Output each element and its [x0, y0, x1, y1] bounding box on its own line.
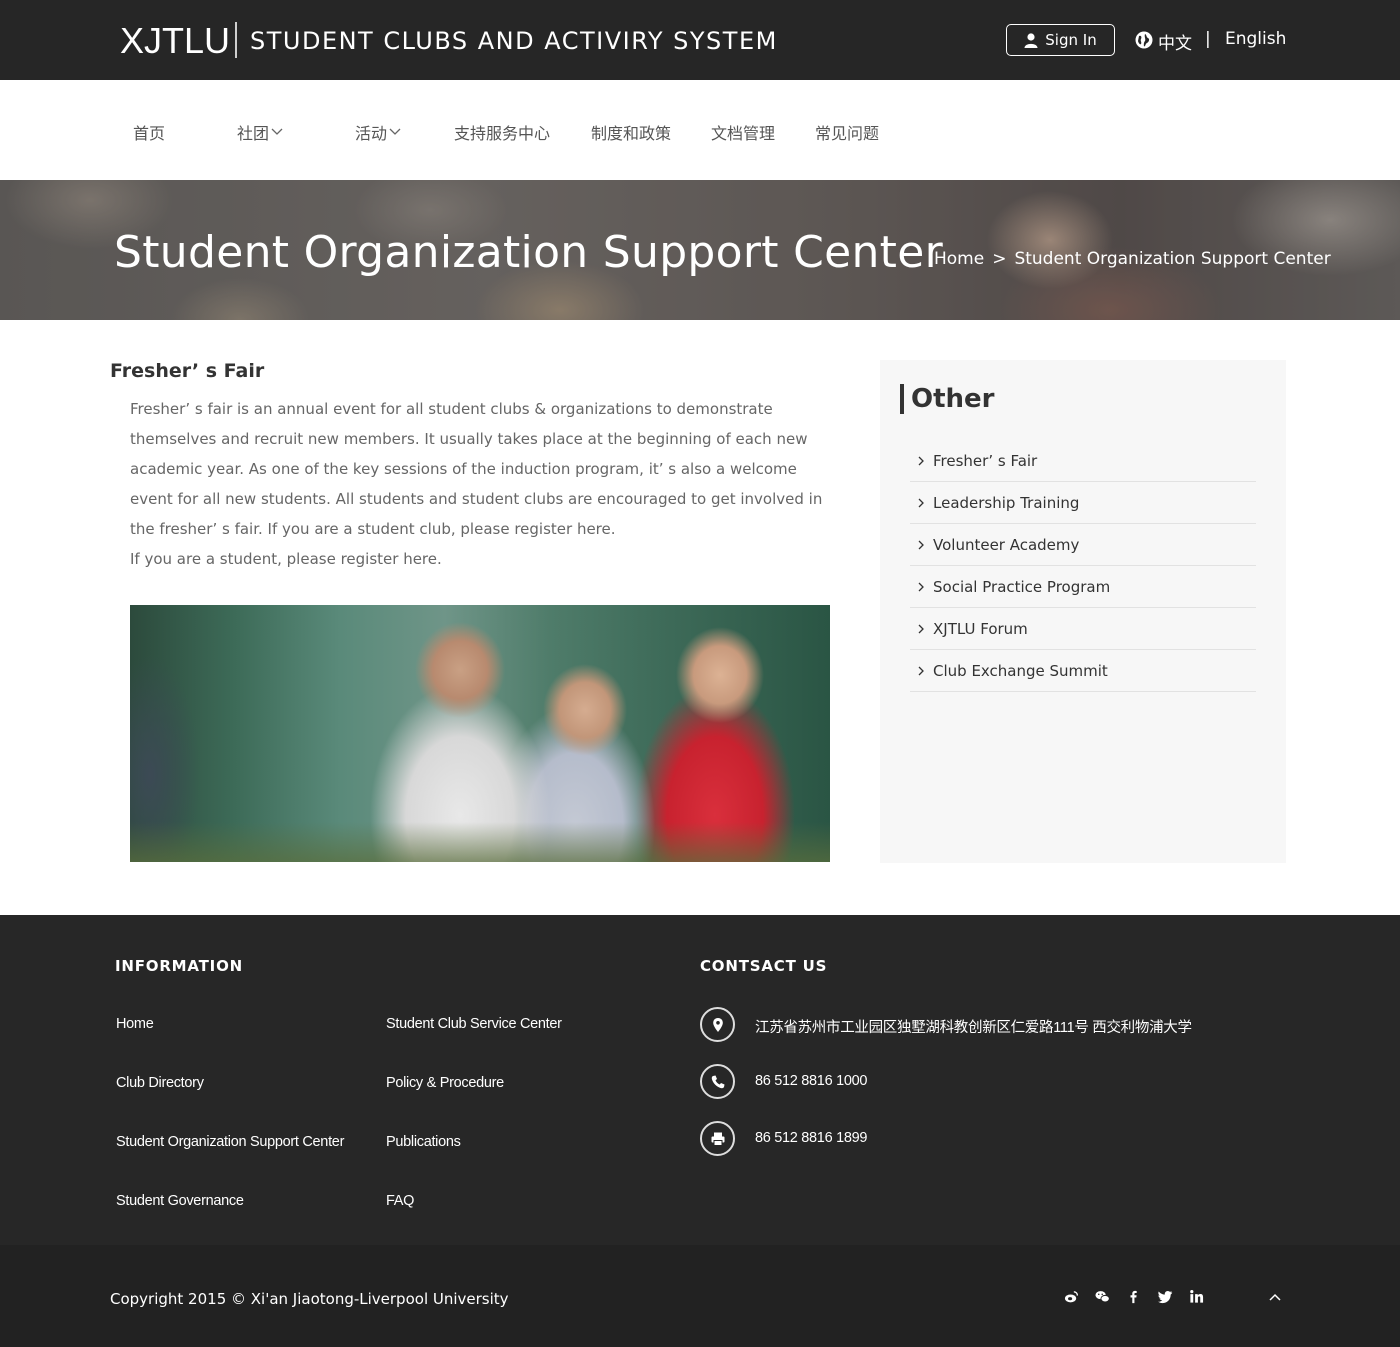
nav-item-label: 首页	[133, 124, 166, 143]
nav-item-label: 支持服务中心	[454, 124, 551, 143]
nav-item-faq[interactable]: 常见问题	[815, 120, 879, 144]
footer: INFORMATION CONTSACT US Home Student Clu…	[0, 915, 1400, 1245]
globe-icon	[1135, 31, 1153, 49]
chevron-right-icon	[918, 498, 924, 507]
bottom-bar: Copyright 2015 © Xi'an Jiaotong-Liverpoo…	[0, 1245, 1400, 1347]
sidebar-item-label: XJTLU Forum	[933, 619, 1028, 638]
chevron-right-icon	[918, 666, 924, 675]
sidebar-item-label: Fresher’ s Fair	[933, 451, 1038, 470]
footer-link-publications[interactable]: Publications	[386, 1134, 461, 1150]
nav-item-policies[interactable]: 制度和政策	[591, 120, 671, 144]
sidebar-item-freshers-fair[interactable]: Fresher’ s Fair	[910, 440, 1256, 482]
nav-item-support-center[interactable]: 支持服务中心	[454, 120, 550, 144]
chevron-right-icon	[918, 582, 924, 591]
chevron-right-icon	[918, 456, 924, 465]
article-title: Fresher’ s Fair	[110, 360, 265, 382]
nav-item-label: 常见问题	[815, 124, 880, 143]
breadcrumb: Home > Student Organization Support Cent…	[934, 249, 1331, 269]
footer-link-home[interactable]: Home	[116, 1016, 154, 1032]
facebook-icon[interactable]	[1124, 1287, 1142, 1305]
sidebar-list: Fresher’ s Fair Leadership Training Volu…	[910, 440, 1256, 692]
chevron-right-icon	[918, 540, 924, 549]
lang-separator: |	[1205, 29, 1211, 49]
article-paragraph: If you are a student, please register he…	[130, 550, 442, 568]
nav-item-documents[interactable]: 文档管理	[711, 120, 775, 144]
fax-icon	[700, 1121, 735, 1156]
chevron-down-icon	[389, 128, 401, 135]
sidebar-item-social-practice[interactable]: Social Practice Program	[910, 566, 1256, 608]
sidebar-item-xjtlu-forum[interactable]: XJTLU Forum	[910, 608, 1256, 650]
sidebar-heading: Other	[900, 384, 995, 414]
phone-icon	[700, 1064, 735, 1099]
sidebar: Other Fresher’ s Fair Leadership Trainin…	[880, 360, 1286, 863]
article-body: Fresher’ s fair is an annual event for a…	[130, 394, 830, 574]
lang-english-link[interactable]: English	[1225, 29, 1286, 49]
linkedin-icon[interactable]	[1187, 1287, 1205, 1305]
nav-item-label: 制度和政策	[591, 124, 672, 143]
breadcrumb-separator: >	[992, 249, 1007, 269]
nav-item-label: 文档管理	[711, 124, 776, 143]
lang-chinese-link[interactable]: 中文	[1158, 29, 1192, 54]
sign-in-button[interactable]: Sign In	[1006, 24, 1115, 56]
contact-phone: 86 512 8816 1000	[755, 1073, 868, 1089]
contact-fax: 86 512 8816 1899	[755, 1130, 868, 1146]
footer-link-service-center[interactable]: Student Club Service Center	[386, 1016, 562, 1032]
nav-item-activities[interactable]: 活动	[355, 120, 401, 144]
footer-contact-heading: CONTSACT US	[700, 957, 828, 975]
chevron-down-icon	[271, 128, 283, 135]
footer-link-faq[interactable]: FAQ	[386, 1193, 414, 1209]
article-paragraph: Fresher’ s fair is an annual event for a…	[130, 400, 823, 538]
nav-item-home[interactable]: 首页	[133, 120, 165, 144]
footer-link-support-center[interactable]: Student Organization Support Center	[116, 1134, 344, 1150]
nav-item-clubs[interactable]: 社团	[237, 120, 283, 144]
twitter-icon[interactable]	[1156, 1287, 1174, 1305]
sidebar-item-label: Club Exchange Summit	[933, 661, 1108, 680]
page-banner: Student Organization Support Center Home…	[0, 180, 1400, 320]
logo[interactable]: XJTLU	[120, 20, 230, 62]
user-icon	[1024, 32, 1038, 48]
copyright: Copyright 2015 © Xi'an Jiaotong-Liverpoo…	[110, 1290, 509, 1308]
sidebar-item-leadership-training[interactable]: Leadership Training	[910, 482, 1256, 524]
sidebar-item-label: Volunteer Academy	[933, 535, 1080, 554]
page-title: Student Organization Support Center	[114, 227, 943, 278]
contact-address: 江苏省苏州市工业园区独墅湖科教创新区仁爱路111号 西交利物浦大学	[755, 1020, 1192, 1036]
logo-divider	[235, 22, 237, 58]
sidebar-item-club-exchange-summit[interactable]: Club Exchange Summit	[910, 650, 1256, 692]
main-nav: 首页 社团 活动 支持服务中心 制度和政策 文档管理 常见问题	[0, 80, 1400, 180]
nav-item-label: 活动	[355, 124, 388, 143]
footer-link-club-directory[interactable]: Club Directory	[116, 1075, 204, 1091]
sidebar-item-label: Social Practice Program	[933, 577, 1111, 596]
footer-link-governance[interactable]: Student Governance	[116, 1193, 244, 1209]
sidebar-item-label: Leadership Training	[933, 493, 1080, 512]
footer-link-policy[interactable]: Policy & Procedure	[386, 1075, 504, 1091]
breadcrumb-home-link[interactable]: Home	[934, 249, 984, 269]
article-photo	[130, 605, 830, 862]
chevron-right-icon	[918, 624, 924, 633]
sign-in-label: Sign In	[1045, 31, 1097, 49]
footer-information-heading: INFORMATION	[115, 957, 243, 975]
location-icon	[700, 1007, 735, 1042]
breadcrumb-current: Student Organization Support Center	[1014, 249, 1331, 269]
sidebar-item-volunteer-academy[interactable]: Volunteer Academy	[910, 524, 1256, 566]
system-title: STUDENT CLUBS AND ACTIVIRY SYSTEM	[250, 27, 778, 55]
nav-item-label: 社团	[237, 124, 270, 143]
back-to-top-icon[interactable]	[1266, 1290, 1284, 1304]
weibo-icon[interactable]	[1062, 1287, 1080, 1305]
top-bar: XJTLU STUDENT CLUBS AND ACTIVIRY SYSTEM …	[0, 0, 1400, 80]
photo-ground	[130, 822, 830, 862]
wechat-icon[interactable]	[1093, 1287, 1111, 1305]
